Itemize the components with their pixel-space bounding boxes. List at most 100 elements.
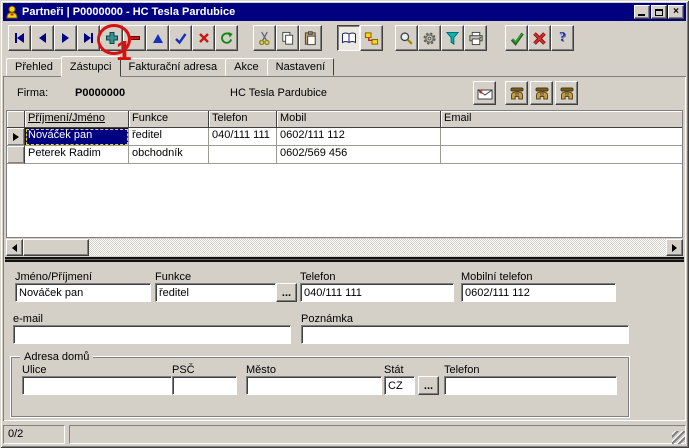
grid-header-funkce[interactable]: Funkce	[129, 111, 209, 128]
title-bar: Partneři | P0000000 - HC Tesla Pardubice…	[3, 3, 686, 21]
grid-header-prijmeni-jmeno[interactable]: Příjmení/Jméno	[25, 111, 129, 128]
tab-fakturacni-adresa[interactable]: Fakturační adresa	[120, 58, 227, 76]
insert-record-button[interactable]	[100, 25, 123, 51]
psc-field[interactable]	[172, 376, 237, 395]
close-button[interactable]: ×	[668, 5, 684, 19]
funkce-label: Funkce	[155, 271, 191, 283]
send-email-button[interactable]: e	[473, 81, 496, 105]
cell-prijmeni-jmeno[interactable]: Peterek Radim	[25, 146, 129, 164]
grid-header-telefon[interactable]: Telefon	[209, 111, 277, 128]
linked-records-button[interactable]	[360, 25, 383, 51]
search-button[interactable]	[395, 25, 418, 51]
cell-funkce[interactable]: obchodník	[129, 146, 209, 164]
app-icon[interactable]	[5, 5, 19, 19]
edit-record-button[interactable]	[146, 25, 169, 51]
minus-icon	[129, 36, 140, 40]
tab-nastaveni[interactable]: Nastavení	[267, 58, 335, 76]
next-record-button[interactable]	[54, 25, 77, 51]
first-record-button[interactable]	[8, 25, 31, 51]
delete-record-button[interactable]	[123, 25, 146, 51]
grid-header-email[interactable]: Email	[441, 111, 682, 128]
copy-button[interactable]	[276, 25, 299, 51]
email-label: e-mail	[13, 313, 43, 325]
confirm-button[interactable]	[505, 25, 528, 51]
telefon-field[interactable]	[300, 283, 454, 302]
grid-header-mobil[interactable]: Mobil	[277, 111, 441, 128]
envelope-icon: e	[477, 87, 493, 100]
close-form-button[interactable]	[528, 25, 551, 51]
question-mark-icon: ?	[559, 30, 566, 46]
minimize-button[interactable]	[634, 5, 650, 19]
cell-mobil[interactable]: 0602/569 456	[277, 146, 441, 164]
resize-grip[interactable]	[672, 431, 685, 444]
edit-triangle-icon	[153, 34, 163, 43]
refresh-button[interactable]	[215, 25, 238, 51]
maximize-button[interactable]	[651, 5, 667, 19]
cell-prijmeni-jmeno[interactable]: Nováček pan	[25, 128, 129, 146]
cell-telefon[interactable]: 040/111 111	[209, 128, 277, 146]
poznamka-field[interactable]	[301, 325, 629, 344]
adresa-telefon-field[interactable]	[444, 376, 617, 395]
minimize-icon	[638, 14, 645, 16]
toolbar: ?	[3, 21, 686, 55]
tab-prehled[interactable]: Přehled	[6, 58, 62, 76]
cell-email[interactable]	[441, 128, 682, 146]
tab-zastupci[interactable]: Zástupci	[61, 56, 121, 77]
prior-record-icon	[39, 33, 46, 43]
funnel-icon	[445, 31, 460, 46]
dial-phone-1-button[interactable]	[505, 81, 528, 105]
jmeno-prijmeni-field[interactable]	[15, 283, 151, 302]
stat-lookup-button[interactable]: ...	[418, 376, 439, 395]
adresa-domu-legend: Adresa domů	[20, 351, 93, 363]
tab-akce[interactable]: Akce	[225, 58, 267, 76]
filter-button[interactable]	[441, 25, 464, 51]
settings-button[interactable]	[418, 25, 441, 51]
cancel-edit-button[interactable]	[192, 25, 215, 51]
adresa-telefon-label: Telefon	[444, 364, 479, 376]
scissors-icon	[257, 31, 272, 46]
current-row-arrow-icon	[13, 133, 19, 141]
ulice-field[interactable]	[22, 376, 172, 395]
svg-text:e: e	[479, 87, 483, 96]
cell-telefon[interactable]	[209, 146, 277, 164]
scrollbar-track[interactable]	[89, 239, 666, 256]
grid-row[interactable]: Peterek Radim obchodník 0602/569 456	[7, 146, 682, 164]
splitter-bar[interactable]	[5, 257, 684, 262]
last-record-button[interactable]	[77, 25, 100, 51]
funkce-field[interactable]	[155, 283, 276, 302]
prior-record-button[interactable]	[31, 25, 54, 51]
telefon-label: Telefon	[300, 271, 335, 283]
stat-field[interactable]	[384, 376, 415, 395]
mobilni-telefon-field[interactable]	[461, 283, 616, 302]
scroll-right-button[interactable]	[666, 239, 683, 256]
paste-button[interactable]	[299, 25, 322, 51]
book-view-button[interactable]	[337, 25, 360, 51]
search-icon	[399, 31, 414, 46]
email-field[interactable]	[13, 325, 291, 344]
funkce-lookup-button[interactable]: ...	[276, 283, 297, 302]
dial-phone-2-button[interactable]	[530, 81, 553, 105]
cell-mobil[interactable]: 0602/111 112	[277, 128, 441, 146]
row-indicator	[7, 128, 25, 146]
post-edit-button[interactable]	[169, 25, 192, 51]
cell-email[interactable]	[441, 146, 682, 164]
scroll-left-icon	[12, 244, 17, 252]
paste-icon	[303, 31, 318, 46]
refresh-icon	[219, 31, 234, 46]
next-record-icon	[62, 33, 69, 43]
plus-icon	[105, 31, 119, 45]
print-button[interactable]	[464, 25, 487, 51]
cut-button[interactable]	[253, 25, 276, 51]
tab-content-zastupci: Firma: P0000000 HC Tesla Pardubice e	[3, 76, 686, 421]
mesto-field[interactable]	[246, 376, 382, 395]
mobilni-telefon-label: Mobilní telefon	[461, 271, 533, 283]
tab-strip: Přehled Zástupci Fakturační adresa Akce …	[3, 55, 686, 76]
firma-row: Firma: P0000000 HC Tesla Pardubice e	[5, 78, 684, 110]
scrollbar-thumb[interactable]	[23, 239, 89, 256]
scroll-left-button[interactable]	[6, 239, 23, 256]
cell-funkce[interactable]: ředitel	[129, 128, 209, 146]
firma-code: P0000000	[75, 87, 125, 99]
help-button[interactable]: ?	[551, 25, 574, 51]
grid-row-selected[interactable]: Nováček pan ředitel 040/111 111 0602/111…	[7, 128, 682, 146]
dial-phone-3-button[interactable]	[555, 81, 578, 105]
